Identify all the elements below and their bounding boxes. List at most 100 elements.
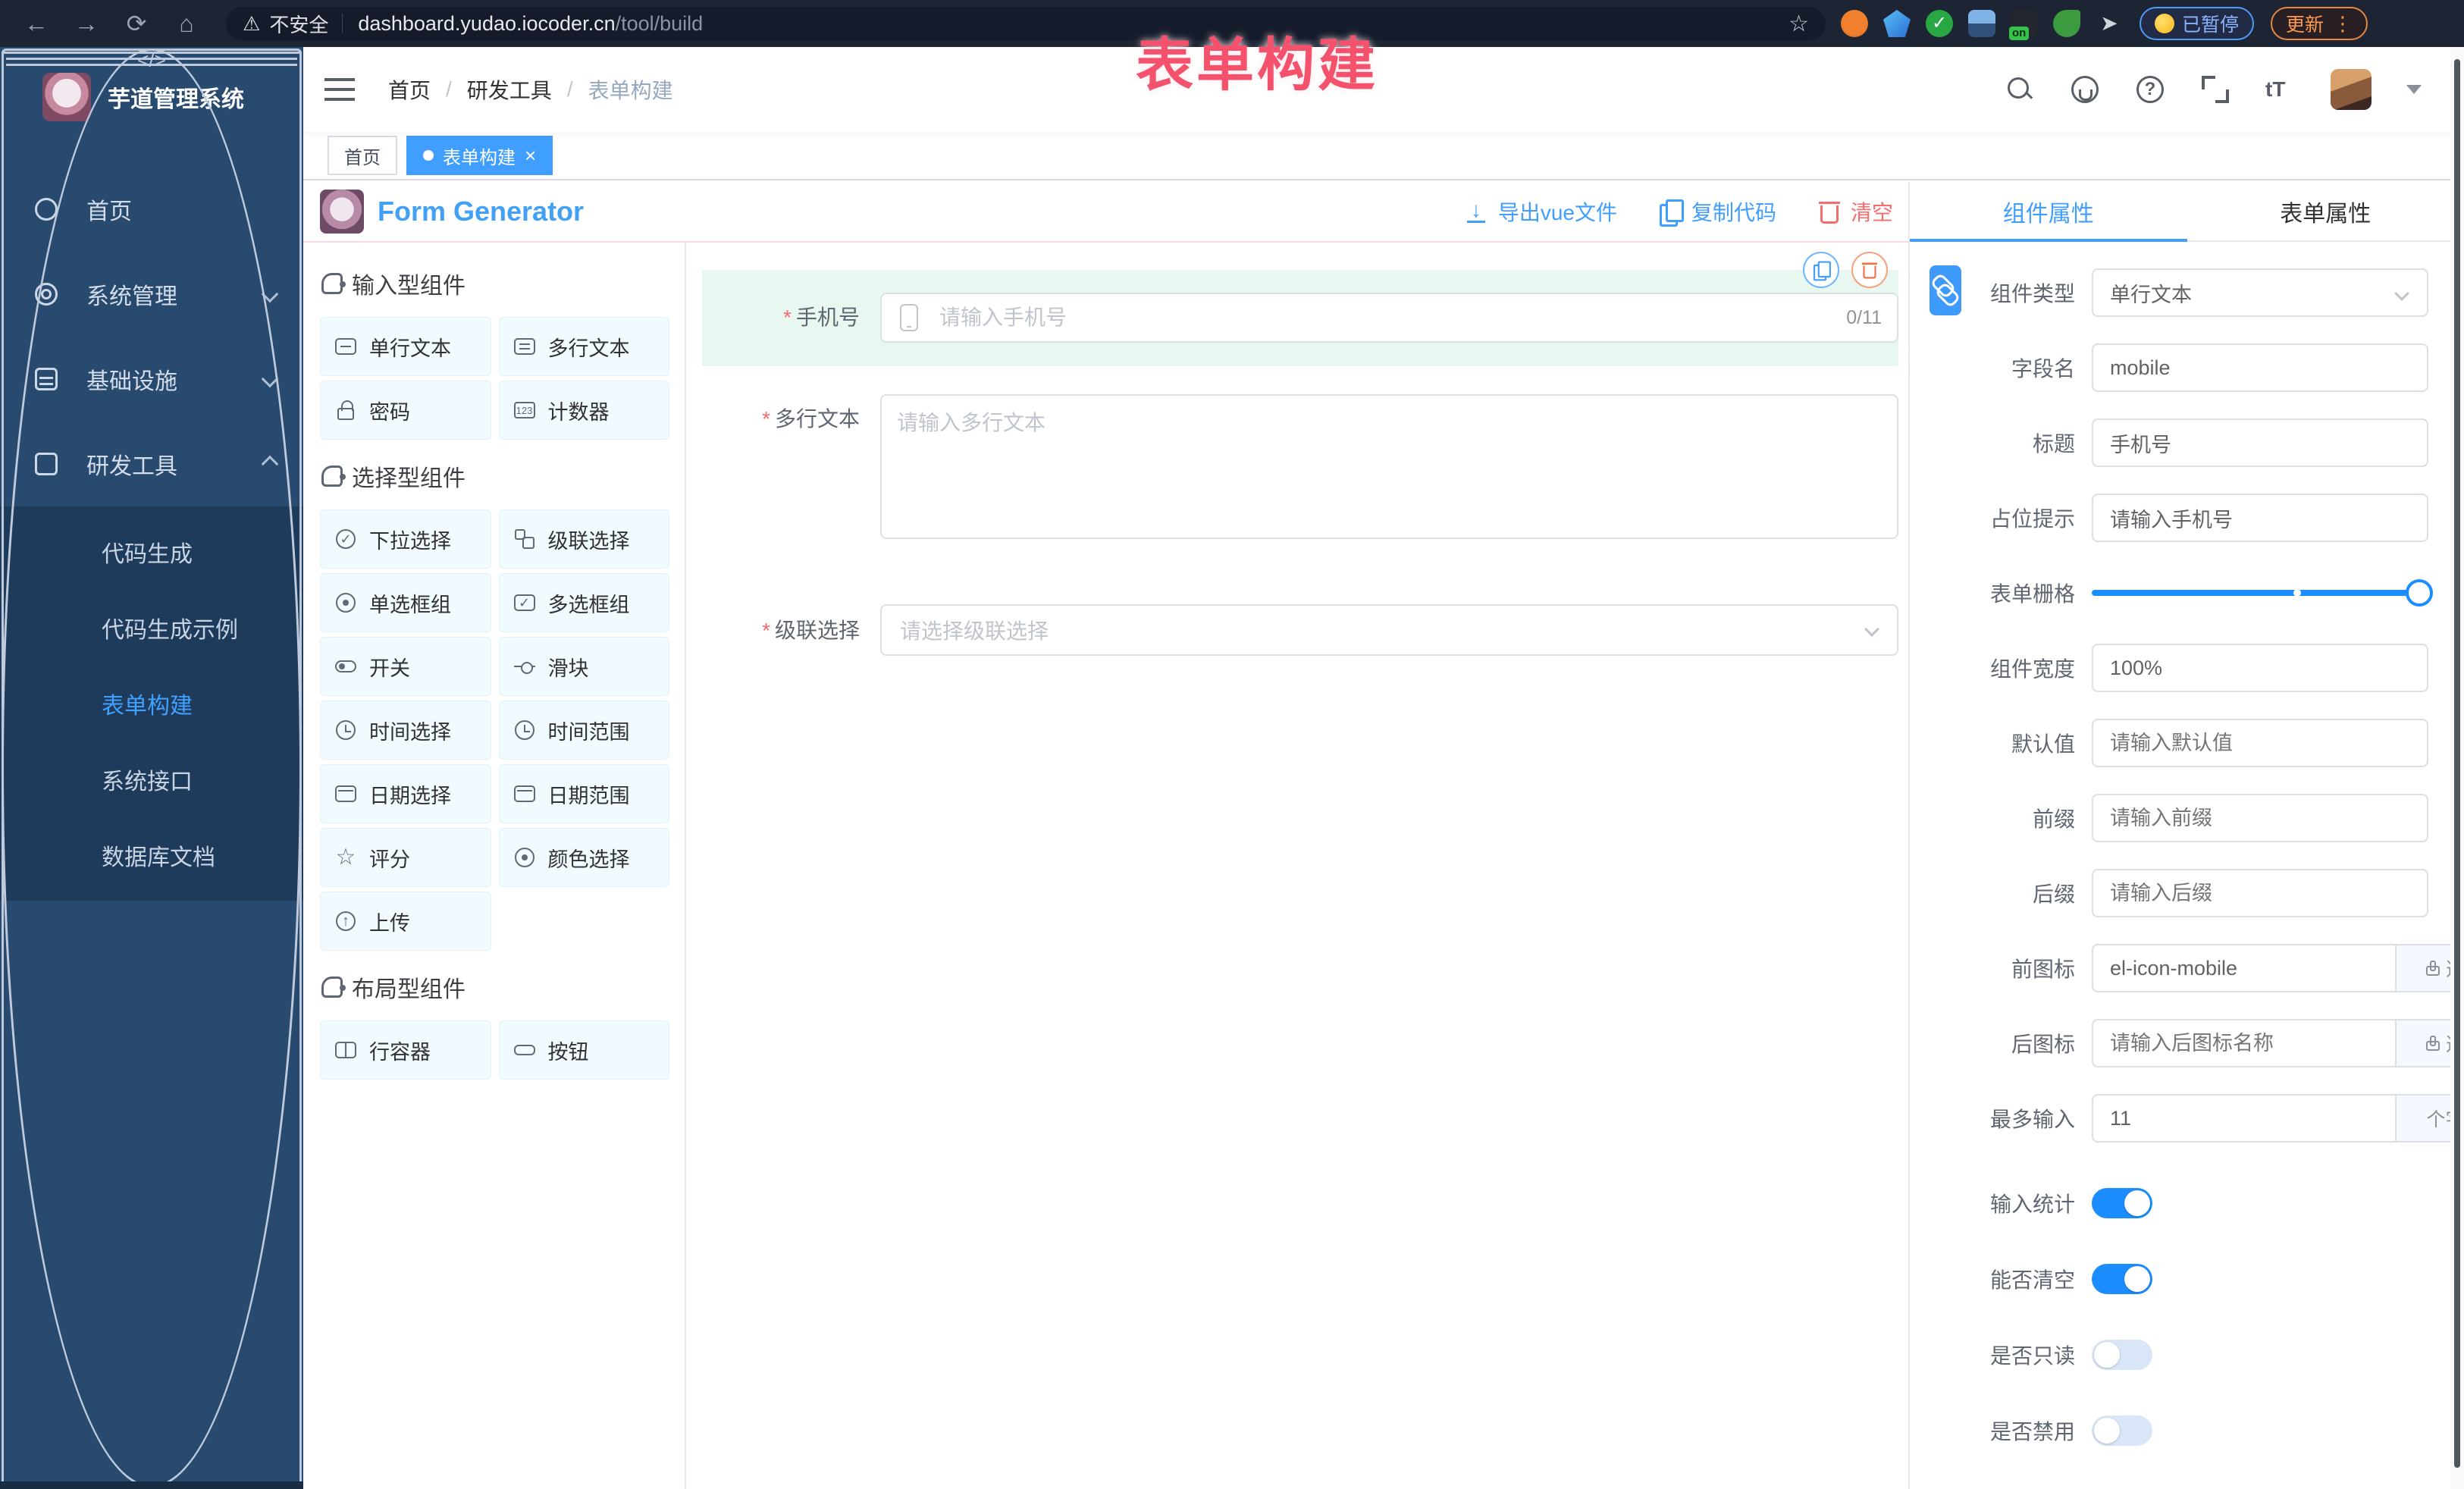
- rate-star-icon: [334, 846, 357, 869]
- select-icon: [334, 528, 357, 550]
- palette-item-time-picker[interactable]: 时间选择: [320, 701, 491, 760]
- copy-code-button[interactable]: 复制代码: [1660, 196, 1776, 227]
- extension-leaf-icon[interactable]: [2053, 10, 2080, 37]
- section-title-text: 布局型组件: [352, 970, 466, 1004]
- palette-item-radio-group[interactable]: 单选框组: [320, 573, 491, 632]
- palette-item-textarea[interactable]: 多行文本: [499, 317, 670, 376]
- multiline-textarea[interactable]: [880, 394, 1898, 539]
- browser-home-icon[interactable]: ⌂: [173, 10, 200, 37]
- breadcrumb-devtools[interactable]: 研发工具: [467, 74, 552, 105]
- address-bar[interactable]: ⚠ 不安全 dashboard.yudao.iocoder.cn /tool/b…: [226, 7, 1826, 40]
- help-icon[interactable]: [2135, 74, 2165, 105]
- paused-extension-button[interactable]: 已暂停: [2140, 7, 2254, 40]
- avatar-caret-icon[interactable]: [2406, 85, 2422, 94]
- width-input[interactable]: [2092, 644, 2428, 692]
- slider-handle[interactable]: [2406, 579, 2433, 607]
- export-vue-button[interactable]: 导出vue文件: [1465, 196, 1617, 227]
- canvas-row-cascader[interactable]: 级联选择 请选择级联选择: [702, 604, 1898, 656]
- prop-row-suffix: 后缀: [1910, 869, 2428, 917]
- palette-item-date-range[interactable]: 日期范围: [499, 764, 670, 823]
- bookmark-star-icon[interactable]: ☆: [1788, 11, 1809, 37]
- palette-item-slider[interactable]: 滑块: [499, 637, 670, 696]
- sidebar-collapse-icon[interactable]: [324, 78, 355, 101]
- palette-item-color-picker[interactable]: 颜色选择: [499, 828, 670, 887]
- extension-switch-icon[interactable]: on: [2011, 10, 2038, 37]
- breadcrumb-home[interactable]: 首页: [388, 74, 431, 105]
- page-scrollbar[interactable]: [2450, 47, 2464, 1489]
- input-stat-toggle[interactable]: [2092, 1188, 2152, 1218]
- palette-item-upload[interactable]: 上传: [320, 892, 491, 951]
- prefix-input[interactable]: [2092, 794, 2428, 842]
- extension-check-icon[interactable]: [1926, 10, 1953, 37]
- browser-forward-icon[interactable]: →: [73, 10, 100, 37]
- duplicate-row-button[interactable]: [1803, 252, 1839, 288]
- field-name-input[interactable]: [2092, 343, 2428, 392]
- extension-refresh-icon[interactable]: [1841, 10, 1868, 37]
- canvas-row-mobile[interactable]: 手机号 0/11: [702, 270, 1898, 366]
- placeholder-input[interactable]: [2092, 494, 2428, 542]
- date-range-icon: [513, 782, 536, 805]
- tag-home[interactable]: 首页: [328, 136, 397, 175]
- palette-item-date-picker[interactable]: 日期选择: [320, 764, 491, 823]
- extensions-overflow-icon[interactable]: ➤: [2096, 10, 2123, 37]
- readonly-toggle[interactable]: [2092, 1340, 2152, 1370]
- cascader-select[interactable]: 请选择级联选择: [880, 604, 1898, 656]
- github-icon[interactable]: [2070, 74, 2100, 105]
- clearable-toggle[interactable]: [2092, 1264, 2152, 1294]
- suffix-input[interactable]: [2092, 869, 2428, 917]
- tab-component-props[interactable]: 组件属性: [1910, 182, 2187, 240]
- default-value-input[interactable]: [2092, 719, 2428, 767]
- palette-item-checkbox-group[interactable]: 多选框组: [499, 573, 670, 632]
- pointer-hand-icon: [2426, 1036, 2438, 1051]
- component-type-select[interactable]: 单行文本: [2092, 268, 2428, 317]
- form-canvas[interactable]: 手机号 0/11 多行文本: [686, 243, 1908, 1489]
- palette-item-password[interactable]: 密码: [320, 381, 491, 440]
- disabled-toggle[interactable]: [2092, 1415, 2152, 1446]
- sidebar-item-db-doc[interactable]: 数据库文档: [0, 817, 303, 893]
- url-path[interactable]: /tool/build: [616, 12, 704, 36]
- browser-reload-icon[interactable]: ⟳: [123, 10, 150, 37]
- security-label[interactable]: 不安全: [269, 10, 328, 38]
- suffix-icon-input[interactable]: [2092, 1019, 2397, 1067]
- search-icon[interactable]: [2005, 74, 2035, 105]
- tag-form-builder[interactable]: 表单构建 ×: [406, 136, 553, 175]
- tab-form-props[interactable]: 表单属性: [2187, 182, 2464, 240]
- builder-actions: 导出vue文件 复制代码 清空: [1465, 196, 1893, 227]
- form-generator-logo: [320, 190, 364, 234]
- slider-track[interactable]: [2092, 590, 2428, 596]
- emoji-face-icon: [2155, 14, 2174, 33]
- palette-item-label: 多行文本: [548, 332, 630, 362]
- palette-item-cascader[interactable]: 级联选择: [499, 509, 670, 569]
- palette-item-single-line[interactable]: 单行文本: [320, 317, 491, 376]
- palette-item-time-range[interactable]: 时间范围: [499, 701, 670, 760]
- properties-panel: 组件属性 表单属性 组件类型 单行文本 字段名 标题: [1908, 182, 2464, 1489]
- extension-puzzle-icon[interactable]: [1968, 10, 1995, 37]
- browser-update-button[interactable]: 更新 ⋮: [2271, 7, 2368, 40]
- palette-item-button[interactable]: 按钮: [499, 1020, 670, 1080]
- max-input-field[interactable]: [2092, 1094, 2397, 1143]
- prop-row-disabled: 是否禁用: [1910, 1415, 2428, 1446]
- palette-item-select[interactable]: 下拉选择: [320, 509, 491, 569]
- clear-button[interactable]: 清空: [1819, 196, 1893, 227]
- form-grid-slider[interactable]: [2092, 578, 2428, 608]
- scrollbar-thumb[interactable]: [2454, 59, 2460, 1468]
- delete-row-button[interactable]: [1851, 252, 1888, 288]
- browser-menu-icon[interactable]: ⋮: [2333, 12, 2353, 36]
- update-label: 更新: [2286, 10, 2324, 37]
- palette-item-rate[interactable]: 评分: [320, 828, 491, 887]
- browser-back-icon[interactable]: ←: [23, 10, 50, 37]
- link-handle-button[interactable]: [1930, 265, 1961, 315]
- font-size-icon[interactable]: [2265, 74, 2296, 105]
- title-input[interactable]: [2092, 418, 2428, 467]
- palette-item-counter[interactable]: 计数器: [499, 381, 670, 440]
- prefix-icon-input[interactable]: [2092, 944, 2397, 992]
- palette-item-row-container[interactable]: 行容器: [320, 1020, 491, 1080]
- url-host[interactable]: dashboard.yudao.iocoder.cn: [358, 12, 615, 36]
- palette-item-switch[interactable]: 开关: [320, 637, 491, 696]
- mobile-input[interactable]: [880, 293, 1898, 343]
- canvas-row-textarea[interactable]: 多行文本: [702, 394, 1898, 543]
- extension-gem-icon[interactable]: [1883, 10, 1911, 37]
- fullscreen-icon[interactable]: [2200, 74, 2230, 105]
- user-avatar[interactable]: [2331, 69, 2372, 110]
- tag-close-icon[interactable]: ×: [525, 146, 536, 165]
